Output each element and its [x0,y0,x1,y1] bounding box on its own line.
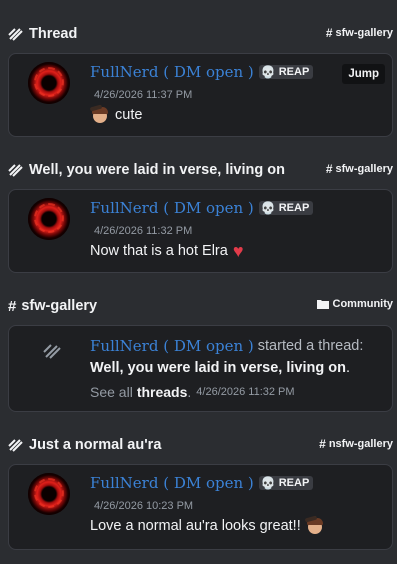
timestamp: 4/26/2026 11:37 PM [94,89,193,101]
avatar[interactable] [28,473,70,515]
category-name: Community [332,298,394,310]
custom-emoji-icon [304,515,325,535]
author-name[interactable]: FullNerd ( DM open ) [90,63,254,81]
channel-name: nsfw-gallery [328,438,393,450]
thread-icon [8,164,23,177]
skull-icon: 💀 [260,201,276,215]
author-name[interactable]: FullNerd ( DM open ) [90,337,254,355]
see-all-line: See all threads. 4/26/2026 11:32 PM [90,384,295,400]
message-card[interactable]: FullNerd ( DM open ) 💀 REAP 4/26/2026 10… [8,464,393,550]
system-verb: started a thread: [257,338,364,354]
system-message-card[interactable]: FullNerd ( DM open ) started a thread: W… [8,325,393,412]
result-header: Well, you were laid in verse, living on … [0,159,397,181]
channel-name: sfw-gallery [335,163,393,175]
avatar[interactable] [28,62,70,104]
jump-button[interactable]: Jump [342,64,385,84]
thread-title[interactable]: Just a normal au'ra [29,437,161,453]
channel-title[interactable]: sfw-gallery [21,298,97,314]
hash-icon: # [319,437,326,451]
result-header: Thread # sfw-gallery [0,23,397,45]
channel-link[interactable]: # sfw-gallery [326,26,393,40]
red-heart-icon: ♥ [232,241,244,261]
see-all-prefix: See all [90,384,133,400]
thread-icon [8,439,23,452]
folder-icon [316,300,329,309]
thread-title[interactable]: Well, you were laid in verse, living on [29,162,285,178]
result-header: # sfw-gallery Community [0,295,397,317]
category-link[interactable]: Community [316,298,394,310]
message-card[interactable]: FullNerd ( DM open ) 💀 REAP 4/26/2026 11… [8,189,393,273]
author-line: FullNerd ( DM open ) 💀 REAP [90,474,314,492]
channel-link[interactable]: # sfw-gallery [326,162,393,176]
result-thread: Thread # sfw-gallery FullNerd ( DM open … [0,23,397,137]
result-channel: # sfw-gallery Community FullNerd ( DM op… [0,295,397,412]
skull-icon: 💀 [260,65,276,79]
channel-name: sfw-gallery [335,27,393,39]
avatar[interactable] [28,198,70,240]
thread-icon [43,344,61,359]
author-name[interactable]: FullNerd ( DM open ) [90,474,254,492]
thread-icon [8,28,23,41]
timestamp: 4/26/2026 11:32 PM [196,386,295,398]
thread-name[interactable]: Well, you were laid in verse, living on. [90,360,350,376]
result-thread: Just a normal au'ra # nsfw-gallery FullN… [0,434,397,550]
message-text: cute [115,107,143,123]
hash-icon: # [325,26,333,40]
message-card[interactable]: FullNerd ( DM open ) 💀 REAP Jump 4/26/20… [8,53,393,137]
system-message: FullNerd ( DM open ) started a thread: [90,337,363,355]
author-line: FullNerd ( DM open ) 💀 REAP [90,63,314,81]
skull-icon: 💀 [260,476,276,490]
author-name[interactable]: FullNerd ( DM open ) [90,199,254,217]
message-text: Now that is a hot Elra [90,243,228,259]
message-content: Love a normal au'ra looks great!! [90,515,330,535]
threads-link[interactable]: threads [137,384,188,400]
server-tag[interactable]: 💀 REAP [258,65,314,79]
thread-channel-icon: # [8,297,17,315]
result-header: Just a normal au'ra # nsfw-gallery [0,434,397,456]
message-text: Love a normal au'ra looks great!! [90,518,301,534]
result-thread: Well, you were laid in verse, living on … [0,159,397,273]
author-line: FullNerd ( DM open ) 💀 REAP [90,199,314,217]
message-content: Now that is a hot Elra ♥ [90,242,244,260]
message-content: cute [89,104,143,124]
thread-title[interactable]: Thread [29,26,77,42]
custom-emoji-icon [89,104,110,124]
server-tag[interactable]: 💀 REAP [258,476,314,490]
timestamp: 4/26/2026 11:32 PM [94,225,193,237]
channel-link[interactable]: # nsfw-gallery [319,437,393,451]
timestamp: 4/26/2026 10:23 PM [94,500,194,512]
hash-icon: # [325,162,333,176]
server-tag[interactable]: 💀 REAP [258,201,314,215]
